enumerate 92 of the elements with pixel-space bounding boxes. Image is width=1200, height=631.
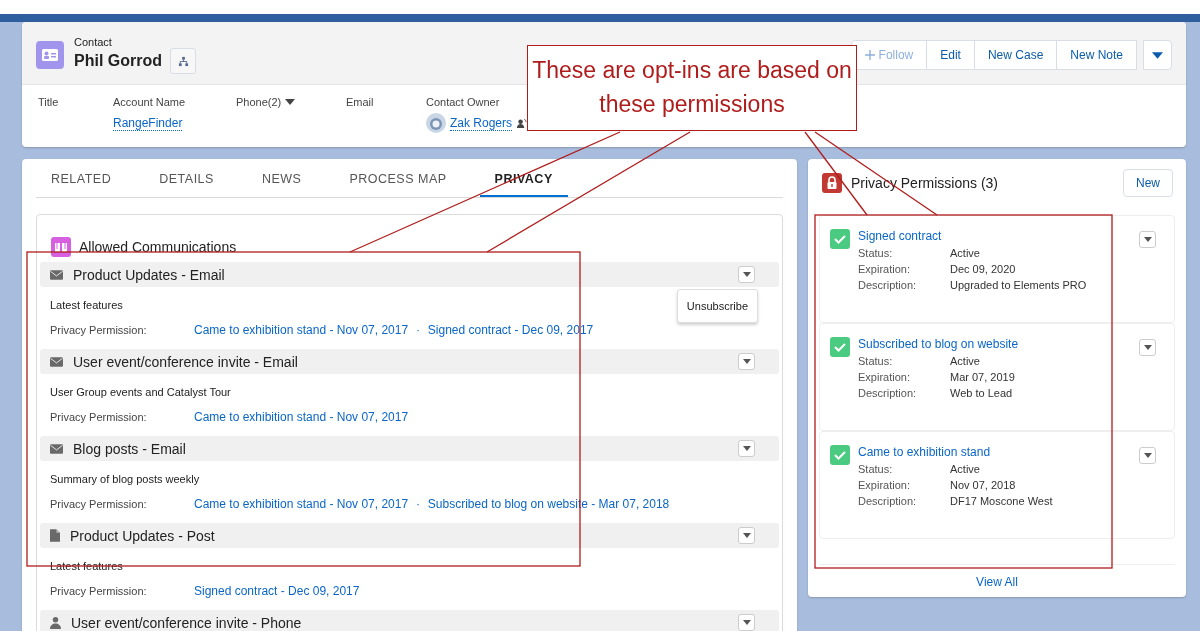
- more-actions-button[interactable]: [1143, 40, 1172, 70]
- communication-title: User event/conference invite - Phone: [71, 614, 302, 631]
- dropdown-button[interactable]: [1139, 339, 1156, 356]
- communication-description: Latest features: [50, 299, 123, 311]
- field-label: Description:: [858, 278, 918, 293]
- dropdown-button[interactable]: [738, 266, 755, 283]
- lock-icon: [822, 173, 842, 193]
- hierarchy-button[interactable]: [170, 48, 196, 74]
- permission-label: Privacy Permission:: [50, 585, 148, 597]
- field-label: Status:: [858, 354, 894, 369]
- new-button[interactable]: New: [1123, 169, 1173, 197]
- callout-text: These are opt-ins are based on these permissions: [527, 45, 857, 131]
- permission-label: Privacy Permission:: [50, 411, 148, 423]
- action-button[interactable]: Edit: [926, 40, 975, 70]
- field-label: Email: [346, 96, 374, 108]
- field-value: Nov 07, 2018: [950, 478, 1016, 493]
- envelope-icon: [50, 269, 63, 280]
- tab[interactable]: NEWS: [246, 159, 317, 197]
- separator-dot: ·: [416, 324, 420, 336]
- dropdown-button[interactable]: [1139, 231, 1156, 248]
- field-value: Active: [950, 462, 980, 477]
- section-title: Allowed Communications: [79, 239, 237, 255]
- permission-link[interactable]: Signed contract - Dec 09, 2017: [194, 584, 360, 598]
- field-value: Mar 07, 2019: [950, 370, 1015, 385]
- communication-title: Product Updates - Email: [73, 266, 225, 283]
- contact-card-icon: [36, 41, 64, 69]
- field-value: Active: [950, 246, 980, 261]
- caret-icon: [742, 272, 751, 277]
- caret-icon: [742, 446, 751, 451]
- permission-label: Privacy Permission:: [50, 324, 148, 336]
- permission-name-link[interactable]: Came to exhibition stand: [858, 445, 1053, 459]
- separator-dot: ·: [416, 498, 420, 510]
- communication-description: User Group events and Catalyst Tour: [50, 386, 231, 398]
- avatar-icon: [426, 113, 446, 133]
- field-label: Status:: [858, 462, 894, 477]
- account-link[interactable]: RangeFinder: [113, 115, 183, 131]
- field-label: Phone(2): [236, 96, 282, 108]
- dropdown-button[interactable]: [738, 440, 755, 457]
- field-label: Description:: [858, 494, 918, 509]
- person-icon: [50, 616, 61, 629]
- caret-icon: [742, 533, 751, 538]
- owner-link[interactable]: Zak Rogers: [450, 115, 513, 131]
- permission-label: Privacy Permission:: [50, 498, 148, 510]
- dropdown-button[interactable]: [738, 353, 755, 370]
- caret-icon: [1143, 453, 1152, 458]
- change-owner-icon[interactable]: [516, 117, 528, 129]
- communication-title: Product Updates - Post: [70, 527, 215, 544]
- field-label: Description:: [858, 386, 918, 401]
- envelope-icon: [50, 443, 63, 454]
- caret-icon: [742, 359, 751, 364]
- caret-icon: [1152, 51, 1163, 59]
- document-icon: [50, 529, 60, 542]
- dropdown-button[interactable]: [1139, 447, 1156, 464]
- caret-icon[interactable]: [285, 99, 296, 105]
- field-label: Expiration:: [858, 262, 911, 277]
- permission-link[interactable]: Came to exhibition stand - Nov 07, 2017: [194, 410, 409, 424]
- field-label: Account Name: [113, 96, 186, 108]
- unsubscribe-menu-item[interactable]: Unsubscribe: [686, 300, 748, 312]
- view-all-link[interactable]: View All: [976, 575, 1018, 589]
- field-value: Active: [950, 354, 980, 369]
- field-label: Expiration:: [858, 370, 911, 385]
- tab[interactable]: RELATED: [36, 159, 127, 197]
- field-value: Dec 09, 2020: [950, 262, 1016, 277]
- permission-link[interactable]: Came to exhibition stand - Nov 07, 2017: [194, 497, 409, 511]
- dropdown-button[interactable]: [738, 614, 755, 631]
- permission-link[interactable]: Came to exhibition stand - Nov 07, 2017: [194, 323, 409, 337]
- field-label: Expiration:: [858, 478, 911, 493]
- tab[interactable]: PROCESS MAP: [334, 159, 462, 197]
- hierarchy-icon: [177, 55, 189, 67]
- field-value: Upgraded to Elements PRO: [950, 278, 1087, 293]
- object-type-label: Contact: [74, 36, 113, 48]
- permission-name-link[interactable]: Subscribed to blog on website: [858, 337, 1019, 351]
- caret-icon: [1143, 345, 1152, 350]
- dropdown-button[interactable]: [738, 527, 755, 544]
- field-label: Contact Owner: [426, 96, 500, 108]
- field-label: Status:: [858, 246, 894, 261]
- tab[interactable]: DETAILS: [144, 159, 229, 197]
- caret-icon: [742, 620, 751, 625]
- communication-description: Summary of blog posts weekly: [50, 473, 200, 485]
- communication-title: User event/conference invite - Email: [73, 353, 298, 370]
- field-value: DF17 Moscone West: [950, 494, 1053, 509]
- permission-name-link[interactable]: Signed contract: [858, 229, 1087, 243]
- book-icon: [51, 237, 71, 257]
- caret-icon: [1143, 237, 1152, 242]
- field-label: Title: [38, 96, 59, 108]
- action-button[interactable]: New Case: [973, 40, 1058, 70]
- record-name: Phil Gorrod: [74, 52, 162, 70]
- plus-icon: [864, 50, 875, 60]
- communication-title: Blog posts - Email: [73, 440, 186, 457]
- envelope-icon: [50, 356, 63, 367]
- field-value: Web to Lead: [950, 386, 1013, 401]
- action-button[interactable]: New Note: [1056, 40, 1137, 70]
